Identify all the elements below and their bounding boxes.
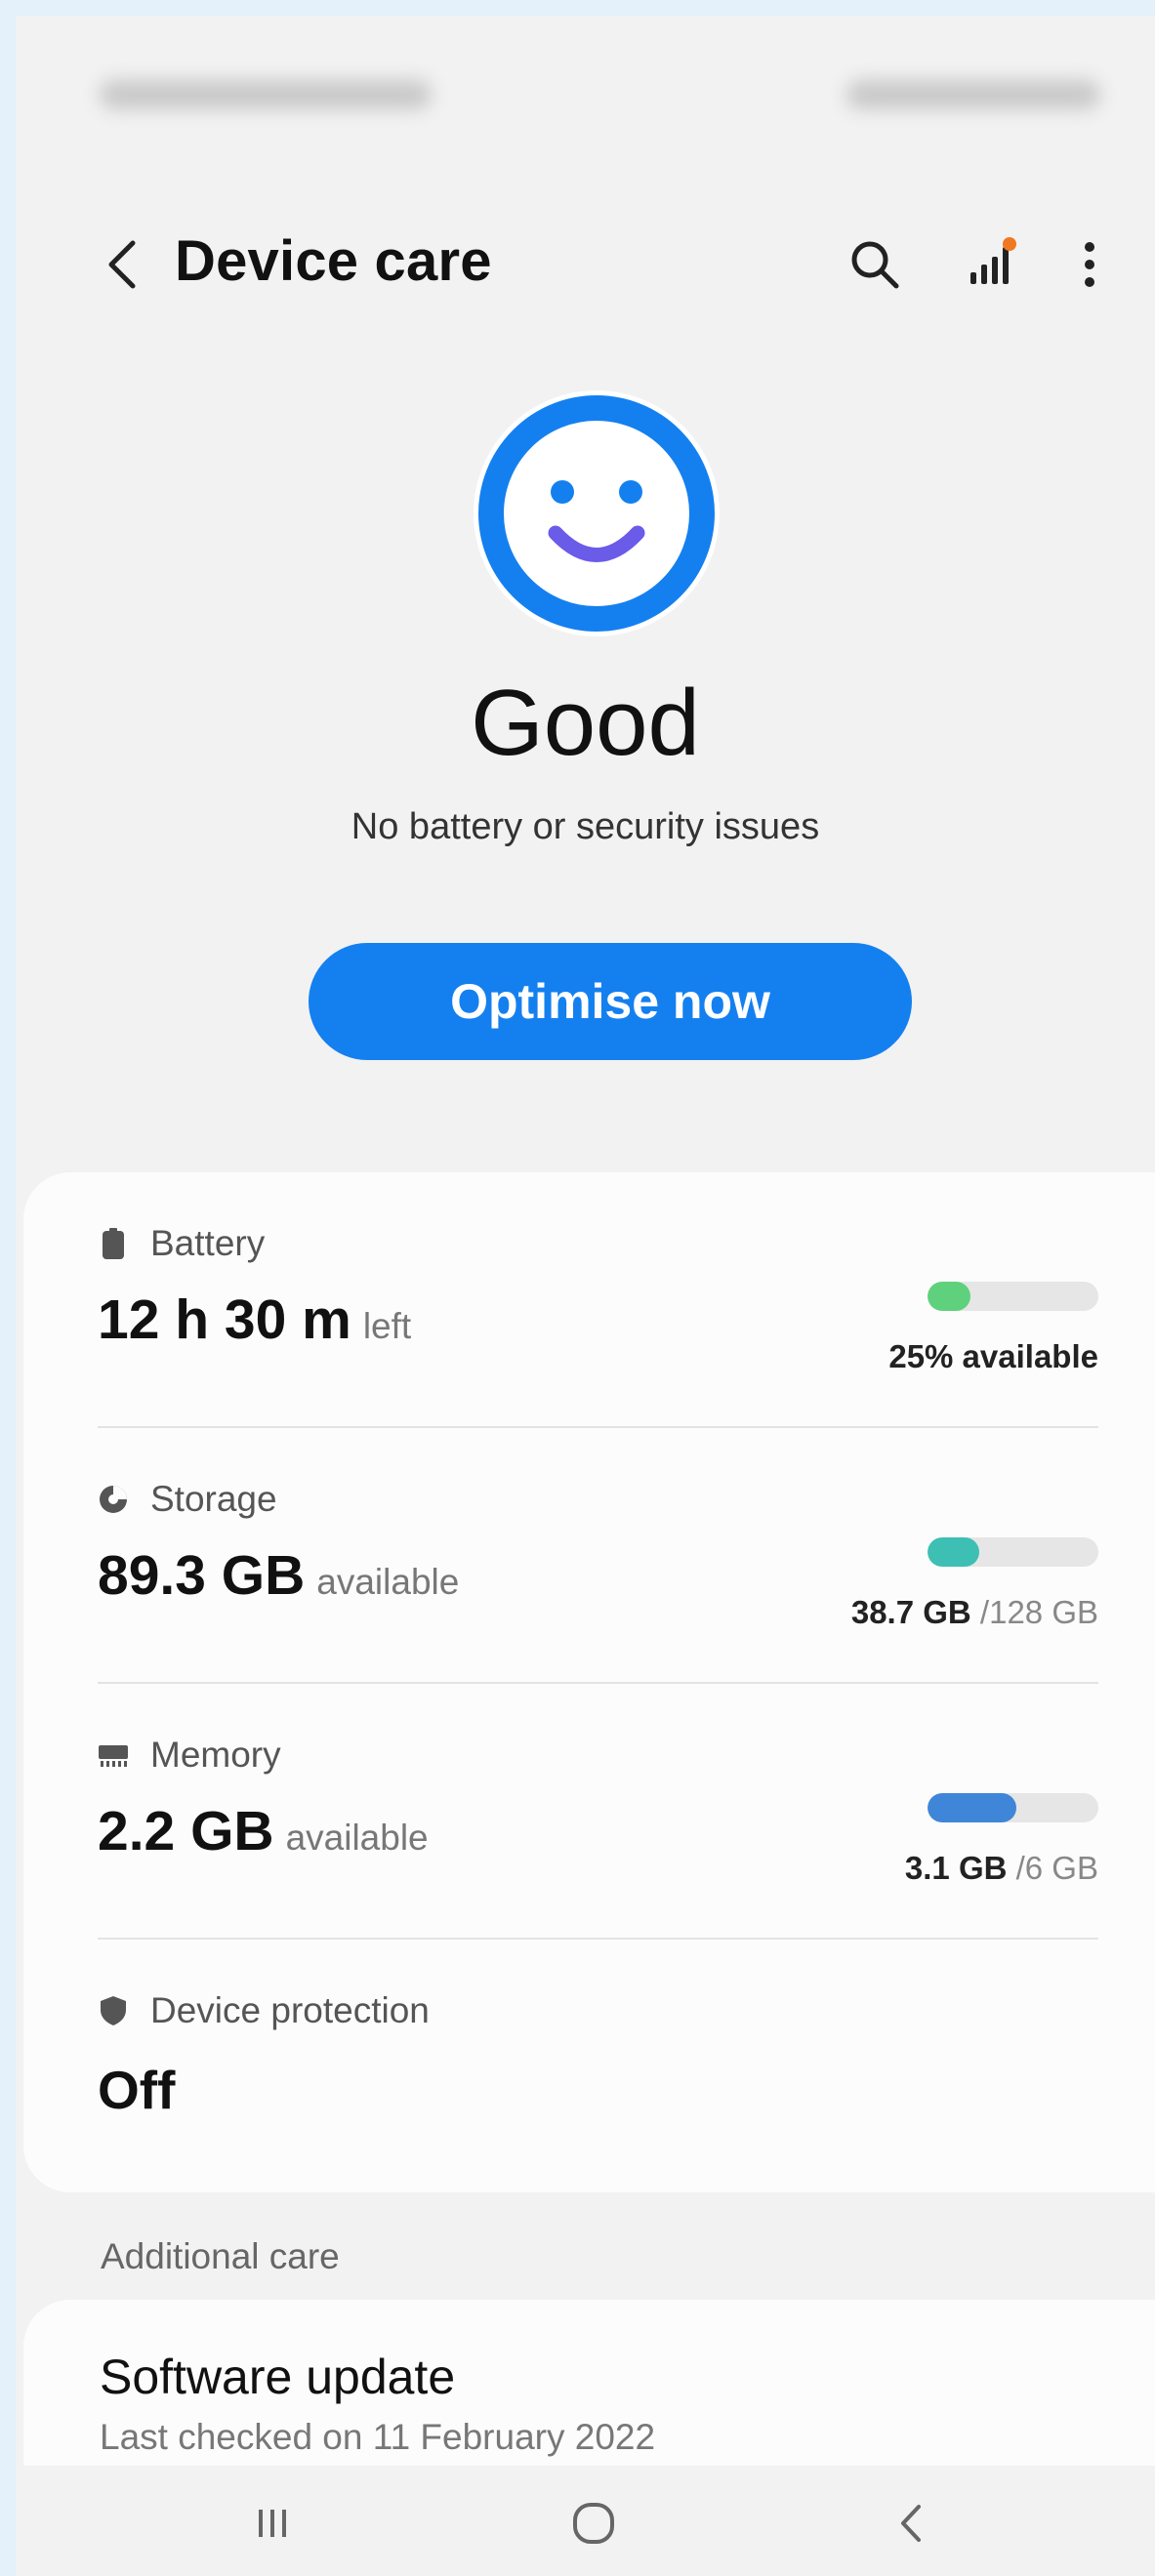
battery-available-value: 25% available	[888, 1338, 1098, 1374]
more-vertical-icon	[1085, 242, 1094, 287]
back-icon	[901, 2505, 921, 2542]
device-protection-value: Off	[98, 2060, 176, 2120]
smiley-face-icon	[474, 390, 720, 636]
chevron-left-icon	[108, 240, 136, 289]
back-button[interactable]	[84, 225, 162, 304]
device-protection-row[interactable]: Device protection Off	[23, 1940, 1155, 2195]
device-care-card: Battery 12 h 30 m left 25% available Sto…	[23, 1172, 1155, 2192]
battery-label: Battery	[150, 1223, 266, 1263]
battery-value-group: 12 h 30 m left	[98, 1288, 411, 1352]
search-button[interactable]	[836, 225, 914, 304]
storage-row[interactable]: Storage 89.3 GB available 38.7 GB /128 G…	[23, 1428, 1155, 1684]
page-title: Device care	[175, 229, 492, 293]
memory-row[interactable]: Memory 2.2 GB available 3.1 GB /6 GB	[23, 1684, 1155, 1940]
recents-button[interactable]	[228, 2479, 316, 2567]
storage-used: 38.7 GB /128 GB	[851, 1594, 1098, 1631]
memory-label: Memory	[150, 1735, 281, 1775]
home-button[interactable]	[550, 2479, 638, 2567]
recents-icon	[259, 2510, 286, 2537]
device-protection-label: Device protection	[150, 1990, 430, 2030]
memory-used-value: 3.1 GB	[904, 1850, 1008, 1886]
battery-value: 12 h 30 m	[98, 1288, 351, 1351]
status-bar-right-blurred	[846, 80, 1100, 109]
status-bar-left-blurred	[100, 80, 432, 109]
storage-usage-bar	[928, 1537, 1098, 1567]
system-back-button[interactable]	[868, 2479, 956, 2567]
software-update-subtitle: Last checked on 11 February 2022	[100, 2417, 656, 2457]
software-update-row[interactable]: Software update Last checked on 11 Febru…	[23, 2300, 1155, 2475]
optimise-now-button[interactable]: Optimise now	[309, 943, 912, 1060]
memory-unit: available	[285, 1818, 429, 1858]
storage-total: /128 GB	[970, 1594, 1098, 1630]
memory-usage-bar	[928, 1793, 1098, 1822]
device-protection-label-group: Device protection	[98, 1990, 430, 2031]
status-title: Good	[471, 671, 700, 775]
app-bar: Device care	[16, 211, 1155, 318]
home-icon	[573, 2503, 614, 2544]
more-options-button[interactable]	[1055, 225, 1124, 304]
software-update-title: Software update	[100, 2350, 456, 2404]
storage-label: Storage	[150, 1479, 277, 1519]
memory-label-group: Memory	[98, 1735, 281, 1776]
device-screen: Device care Good No battery or security …	[16, 16, 1155, 2576]
storage-unit: available	[316, 1562, 460, 1602]
memory-chip-icon	[98, 1739, 129, 1771]
battery-level-bar	[928, 1282, 1098, 1311]
additional-care-heading: Additional care	[101, 2236, 340, 2276]
storage-used-value: 38.7 GB	[850, 1594, 971, 1630]
search-icon	[851, 241, 899, 289]
memory-usage-fill	[928, 1793, 1016, 1822]
status-smiley	[470, 387, 723, 640]
battery-available: 25% available	[888, 1338, 1098, 1375]
memory-total: /6 GB	[1007, 1850, 1098, 1886]
status-bar	[70, 53, 1100, 137]
memory-value: 2.2 GB	[98, 1800, 274, 1862]
signal-bars-icon	[970, 237, 1016, 284]
diagnostics-button[interactable]	[953, 225, 1031, 304]
memory-value-group: 2.2 GB available	[98, 1799, 429, 1863]
pie-chart-icon	[98, 1484, 129, 1515]
battery-row[interactable]: Battery 12 h 30 m left 25% available	[23, 1172, 1155, 1428]
status-subtitle: No battery or security issues	[351, 806, 820, 847]
battery-level-fill	[928, 1282, 970, 1311]
battery-icon	[98, 1228, 129, 1259]
storage-label-group: Storage	[98, 1479, 277, 1520]
navigation-bar	[16, 2466, 1155, 2576]
shield-icon	[98, 1995, 129, 2026]
storage-usage-fill	[928, 1537, 979, 1567]
storage-value: 89.3 GB	[98, 1544, 306, 1607]
battery-unit: left	[362, 1306, 412, 1346]
memory-used: 3.1 GB /6 GB	[905, 1850, 1098, 1887]
battery-label-group: Battery	[98, 1223, 265, 1264]
storage-value-group: 89.3 GB available	[98, 1543, 459, 1608]
